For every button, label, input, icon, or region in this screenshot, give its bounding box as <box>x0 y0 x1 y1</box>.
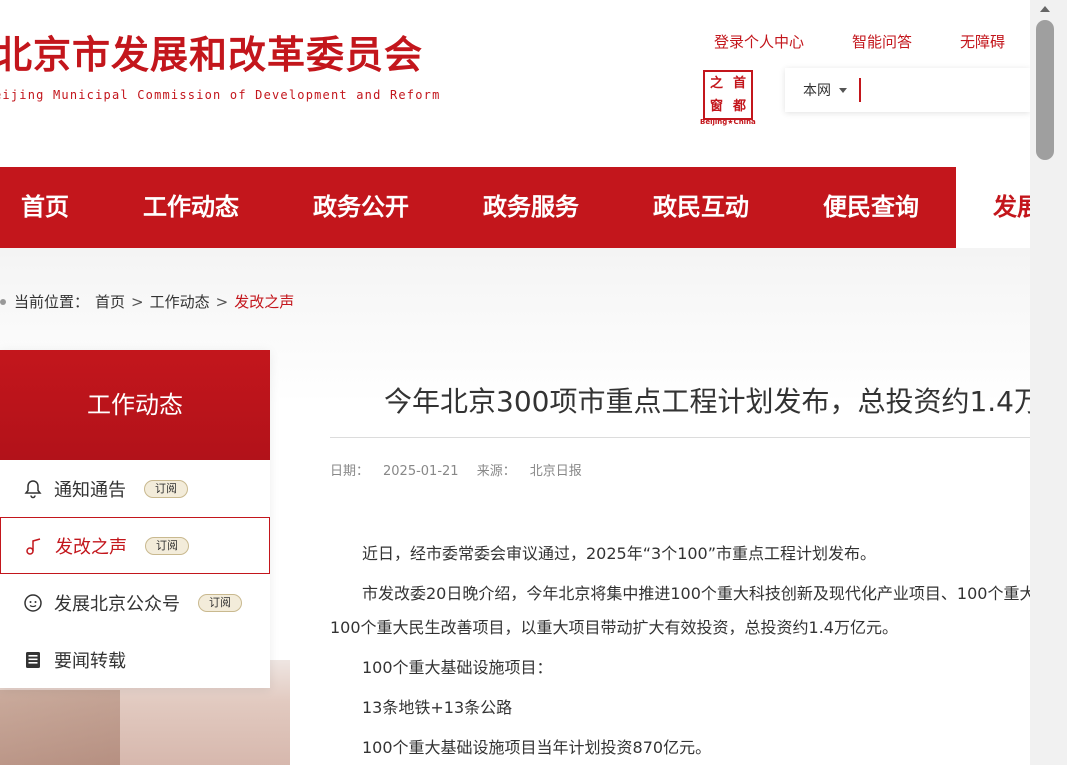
sidebar-item-wechat[interactable]: 发展北京公众号 订阅 <box>0 574 270 631</box>
scrollbar-thumb[interactable] <box>1036 20 1054 160</box>
login-link[interactable]: 登录个人中心 <box>714 31 804 52</box>
logo-char: 首 <box>732 76 746 91</box>
search-input[interactable] <box>859 78 1009 102</box>
main-nav: 首页 工作动态 政务公开 政务服务 政民互动 便民查询 发展 <box>0 167 1030 248</box>
sidebar-item-notices[interactable]: 通知通告 订阅 <box>0 460 270 517</box>
nav-item-development[interactable]: 发展 <box>956 167 1030 248</box>
chevron-down-icon <box>839 87 847 93</box>
article-paragraph: 13条地铁+13条公路 <box>362 698 513 717</box>
site-header: 北京市发展和改革委员会 eijing Municipal Commission … <box>0 0 1030 167</box>
capital-window-logo[interactable]: 之 首 窗 都 <box>703 70 753 120</box>
accessibility-link[interactable]: 无障碍 <box>960 31 1005 52</box>
music-note-icon <box>23 535 45 557</box>
article-meta: 日期： 2025-01-21 来源： 北京日报 <box>330 460 1030 479</box>
breadcrumb-separator: > <box>215 292 229 311</box>
newspaper-icon <box>22 649 44 671</box>
logo-caption: Beijing★China <box>700 118 756 126</box>
subscribe-button[interactable]: 订阅 <box>144 479 188 498</box>
site-subtitle: eijing Municipal Commission of Developme… <box>0 88 441 102</box>
title-divider <box>330 437 1030 438</box>
article-paragraph: 100个重大基础设施项目： <box>362 658 553 677</box>
palace-roof-image <box>0 690 120 765</box>
search-scope-select[interactable]: 本网 <box>785 80 847 100</box>
search-scope-label: 本网 <box>803 83 831 99</box>
nav-item-work-news[interactable]: 工作动态 <box>143 167 239 248</box>
article-title: 今年北京300项市重点工程计划发布，总投资约1.4万 <box>384 385 1030 418</box>
bell-icon <box>22 478 44 500</box>
nav-item-interaction[interactable]: 政民互动 <box>653 167 749 248</box>
logo-char: 之 <box>709 76 723 91</box>
breadcrumb-current[interactable]: 发改之声 <box>234 291 294 312</box>
breadcrumb-work-news[interactable]: 工作动态 <box>150 291 210 312</box>
article-paragraph: 100个重大基础设施项目当年计划投资870亿元。 <box>362 738 712 757</box>
logo-char: 都 <box>732 99 746 114</box>
nav-item-gov-open[interactable]: 政务公开 <box>313 167 409 248</box>
sidebar-item-label: 通知通告 <box>54 479 126 501</box>
nav-item-inquiry[interactable]: 便民查询 <box>823 167 919 248</box>
sidebar-item-reprints[interactable]: 要闻转载 <box>0 631 270 688</box>
logo-char: 窗 <box>709 99 723 114</box>
breadcrumb: 当前位置： 首页 > 工作动态 > 发改之声 <box>0 291 294 312</box>
scroll-up-arrow-icon[interactable] <box>1040 6 1050 12</box>
smart-qa-link[interactable]: 智能问答 <box>852 31 912 52</box>
nav-item-home[interactable]: 首页 <box>21 167 69 248</box>
date-value: 2025-01-21 <box>383 464 459 479</box>
source-label: 来源： <box>476 464 516 479</box>
site-title[interactable]: 北京市发展和改革委员会 <box>0 30 423 80</box>
location-icon <box>0 298 6 305</box>
sidebar-item-voice[interactable]: 发改之声 订阅 <box>0 517 270 574</box>
article: 今年北京300项市重点工程计划发布，总投资约1.4万 日期： 2025-01-21… <box>330 372 1030 765</box>
date-text: 日期： 2025-01-21 <box>330 464 459 479</box>
subscribe-button[interactable]: 订阅 <box>145 536 189 555</box>
nav-item-gov-service[interactable]: 政务服务 <box>483 167 579 248</box>
sidebar-item-label: 要闻转载 <box>54 650 126 672</box>
search-box: 本网 <box>785 68 1030 112</box>
article-body: 近日，经市委常委会审议通过，2025年“3个100”市重点工程计划发布。 市发改… <box>330 537 1030 765</box>
sidebar-item-label: 发改之声 <box>55 536 127 558</box>
sidebar: 工作动态 通知通告 订阅 发改之声 订阅 发展北京公众号 订阅 要闻转载 <box>0 350 270 688</box>
breadcrumb-home[interactable]: 首页 <box>95 291 125 312</box>
article-paragraph: 近日，经市委常委会审议通过，2025年“3个100”市重点工程计划发布。 <box>362 544 877 563</box>
wechat-icon <box>22 592 44 614</box>
source-text: 来源： 北京日报 <box>477 464 582 479</box>
article-paragraph: 市发改委20日晚介绍，今年北京将集中推进100个重大科技创新及现代化产业项目、1… <box>362 584 1030 603</box>
top-links: 登录个人中心 智能问答 无障碍 <box>714 31 1005 52</box>
article-paragraph: 100个重大民生改善项目，以重大项目带动扩大有效投资，总投资约1.4万亿元。 <box>330 618 898 637</box>
breadcrumb-separator: > <box>131 292 144 311</box>
subscribe-button[interactable]: 订阅 <box>198 593 242 612</box>
source-value: 北京日报 <box>529 464 582 479</box>
date-label: 日期： <box>330 464 370 479</box>
sidebar-item-label: 发展北京公众号 <box>54 593 180 615</box>
breadcrumb-label: 当前位置： <box>14 293 90 311</box>
sidebar-title: 工作动态 <box>0 350 270 460</box>
